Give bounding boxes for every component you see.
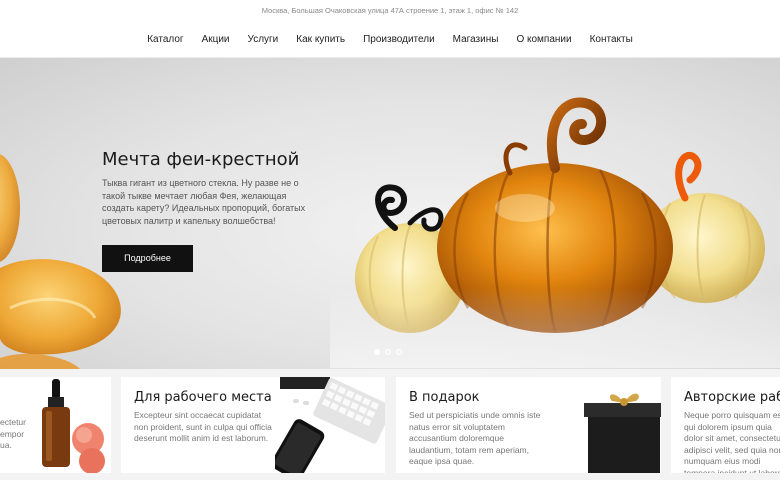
store-address: Москва, Большая Очаковская улица 47А стр… (261, 6, 519, 15)
desk-items-image (275, 377, 385, 473)
main-navigation: Каталог Акции Услуги Как купить Производ… (0, 22, 780, 58)
nav-about[interactable]: О компании (507, 22, 580, 58)
dropper-bottle-image (42, 379, 105, 473)
more-details-button[interactable]: Подробнее (102, 245, 193, 272)
nav-promotions[interactable]: Акции (193, 22, 239, 58)
nav-contacts[interactable]: Контакты (581, 22, 642, 58)
top-address-bar: Москва, Большая Очаковская улица 47А стр… (0, 0, 780, 22)
card-description: Excepteur sint occaecat cupidatat non pr… (134, 410, 272, 443)
card-title: Авторские раб (684, 390, 780, 405)
nav-how-to-buy[interactable]: Как купить (287, 22, 354, 58)
slider-dot-3[interactable] (396, 349, 402, 355)
hero-description: Тыква гигант из цветного стекла. Ну разв… (102, 178, 306, 226)
slider-dot-1[interactable] (374, 349, 380, 355)
category-card-partial-left[interactable]: ectetur empor ua. (0, 377, 111, 473)
card-description: Neque porro quisquam est, qui dolorem ip… (684, 410, 780, 473)
nav-catalog[interactable]: Каталог (138, 22, 192, 58)
card-title: В подарок (409, 390, 480, 405)
category-card-author-works[interactable]: Авторские раб Neque porro quisquam est, … (671, 377, 780, 473)
gift-box-image (584, 393, 661, 473)
card-description: Sed ut perspiciatis unde omnis iste natu… (409, 410, 541, 466)
category-cards: ectetur empor ua. Для рабочего места Exc… (0, 369, 780, 480)
nav-services[interactable]: Услуги (239, 22, 288, 58)
nav-manufacturers[interactable]: Производители (354, 22, 444, 58)
slider-dot-2[interactable] (385, 349, 391, 355)
hero-slider[interactable]: Мечта феи-крестной Тыква гигант из цветн… (0, 58, 780, 369)
hero-title: Мечта феи-крестной (102, 149, 300, 170)
category-card-workplace[interactable]: Для рабочего места Excepteur sint occaec… (121, 377, 385, 473)
nav-stores[interactable]: Магазины (444, 22, 508, 58)
slider-pagination (374, 349, 402, 355)
category-card-gifts[interactable]: В подарок Sed ut perspiciatis unde omnis… (396, 377, 661, 473)
floor-reflection (330, 288, 780, 368)
card-title: Для рабочего места (134, 390, 272, 405)
